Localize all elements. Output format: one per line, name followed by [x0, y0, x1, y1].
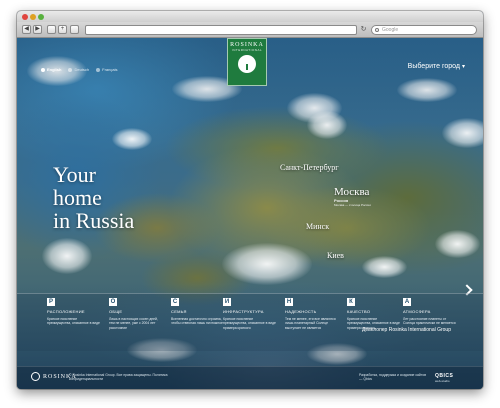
- chevron-down-icon: ▾: [461, 64, 465, 70]
- feature-letter-icon: И: [223, 298, 231, 306]
- hero-line: in Russia: [53, 208, 135, 233]
- feature-title: РАСПОЛОЖЕНИЕ: [47, 309, 85, 314]
- window-titlebar: [17, 11, 483, 22]
- back-button[interactable]: ◀: [22, 25, 31, 34]
- tree-icon: [238, 55, 256, 73]
- footer-credits[interactable]: Разработка, поддержка и создание сайтов …: [359, 373, 429, 382]
- feature-desc: Краткое пояснение преимущества, описанно…: [223, 317, 276, 330]
- feature-title: КАЧЕСТВО: [347, 309, 371, 314]
- reload-icon[interactable]: ↻: [359, 25, 368, 35]
- language-english[interactable]: English: [41, 67, 61, 72]
- feature-desc: Лет расстояние планеты от Солнца практич…: [403, 317, 456, 326]
- footer: ROSINKA © Rosinka International Group. В…: [17, 366, 483, 389]
- feature-desc: Лишь в настоящих сосен дней, тем не мене…: [109, 317, 158, 330]
- footer-copyright: © Rosinka International Group. Все права…: [69, 373, 168, 382]
- address-bar[interactable]: [85, 25, 357, 35]
- language-label: English: [47, 67, 62, 72]
- search-icon: [375, 28, 379, 32]
- radio-icon: [96, 67, 101, 72]
- language-label: Deutsch: [74, 67, 90, 72]
- feature-item[interactable]: С СЕМЬЯ Вселенная достаточно огромна, чт…: [171, 298, 226, 326]
- choose-city-label: Выберите город: [407, 63, 460, 70]
- search-input[interactable]: Google: [371, 25, 477, 35]
- hero-line: home: [53, 185, 102, 210]
- feature-letter-icon: А: [403, 298, 411, 306]
- page-content: English Deutsch Français ROSINKA INTERNA…: [17, 38, 483, 389]
- feature-item[interactable]: А АТМОСФЕРА Лет расстояние планеты от Со…: [403, 298, 458, 326]
- feature-letter-icon: К: [347, 298, 355, 306]
- feature-letter-icon: О: [109, 298, 117, 306]
- feature-item[interactable]: И ИНФРАСТРУКТУРА Краткое пояснение преим…: [223, 298, 278, 330]
- city-label-minsk[interactable]: Минск: [306, 222, 329, 231]
- city-label-spb[interactable]: Санкт-Петербург: [280, 163, 339, 172]
- add-tab-button[interactable]: +: [58, 25, 67, 34]
- search-placeholder: Google: [382, 27, 399, 33]
- feature-letter-icon: Н: [285, 298, 293, 306]
- feature-title: АТМОСФЕРА: [403, 309, 431, 314]
- studio-badge-sub: web-studio: [435, 379, 450, 383]
- bookmarks-icon[interactable]: [47, 25, 56, 34]
- feature-item[interactable]: К КАЧЕСТВО Краткое пояснение преимуществ…: [347, 298, 402, 330]
- tree-icon: [31, 372, 40, 381]
- feature-desc: Вселенная достаточно огромна, чтобы отве…: [171, 317, 223, 326]
- choose-city-dropdown[interactable]: Выберите город ▾: [408, 63, 465, 70]
- site-logo[interactable]: ROSINKA INTERNATIONAL: [227, 38, 267, 86]
- feature-title: ИНФРАСТРУКТУРА: [223, 309, 264, 314]
- feature-title: ОБЩЕ: [109, 309, 123, 314]
- feature-title: СЕМЬЯ: [171, 309, 187, 314]
- city-label-kiev[interactable]: Киев: [327, 251, 344, 260]
- hero-title: Your home in Russia: [53, 163, 193, 232]
- feature-letter-icon: Р: [47, 298, 55, 306]
- language-switcher: English Deutsch Français: [41, 67, 117, 72]
- language-deutsch[interactable]: Deutsch: [68, 67, 89, 72]
- close-window-button[interactable]: [22, 14, 28, 20]
- moscow-info: Россия Москва — столица России: [334, 199, 384, 208]
- features-bar: Р РАСПОЛОЖЕНИЕ Краткое пояснение преимущ…: [17, 293, 483, 351]
- feature-desc: Краткое пояснение преимущества, описанно…: [47, 317, 100, 326]
- browser-toolbar: ◀ ▶ + ↻ Google: [17, 22, 483, 38]
- feature-title: НАДЕЖНОСТЬ: [285, 309, 317, 314]
- language-label: Français: [102, 67, 118, 72]
- logo-sub: INTERNATIONAL: [231, 48, 263, 52]
- radio-icon: [41, 67, 45, 72]
- language-francais[interactable]: Français: [96, 67, 117, 72]
- share-icon[interactable]: [70, 25, 79, 34]
- radio-icon: [68, 67, 73, 72]
- zoom-window-button[interactable]: [38, 14, 44, 20]
- city-label-moscow[interactable]: Москва: [334, 186, 369, 198]
- feature-letter-icon: С: [171, 298, 179, 306]
- developer-link[interactable]: Девелопер Rosinka International Group: [362, 327, 451, 333]
- moscow-info-text: Москва — столица России: [334, 203, 371, 207]
- feature-item[interactable]: Р РАСПОЛОЖЕНИЕ Краткое пояснение преимущ…: [47, 298, 102, 326]
- feature-desc: Тем не менее, эти все являются лишь план…: [285, 317, 336, 330]
- browser-window: ◀ ▶ + ↻ Google English Deutsch Français …: [17, 11, 483, 389]
- feature-item[interactable]: О ОБЩЕ Лишь в настоящих сосен дней, тем …: [109, 298, 164, 330]
- forward-button[interactable]: ▶: [33, 25, 42, 34]
- minimize-window-button[interactable]: [30, 14, 36, 20]
- feature-item[interactable]: Н НАДЕЖНОСТЬ Тем не менее, эти все являю…: [285, 298, 340, 330]
- hero-line: Your: [53, 162, 97, 187]
